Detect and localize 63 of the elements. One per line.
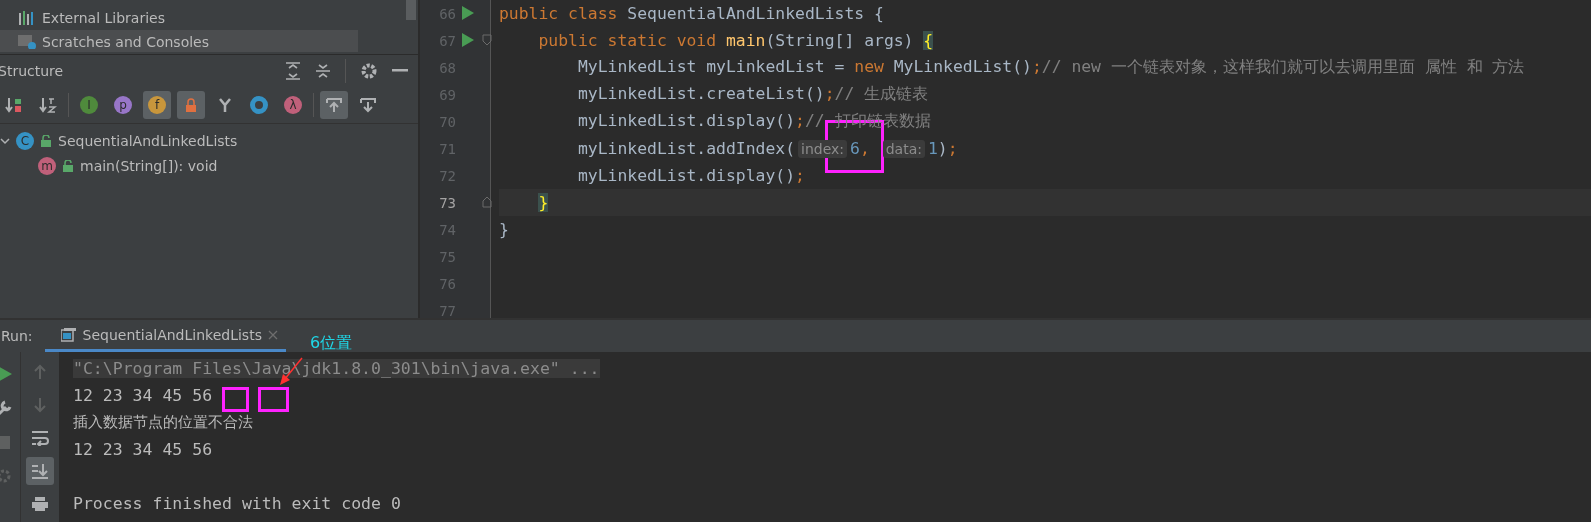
badge-icon: f bbox=[148, 96, 166, 114]
run-icon[interactable] bbox=[462, 6, 474, 20]
run-icon[interactable] bbox=[462, 33, 474, 47]
minimize-icon[interactable] bbox=[392, 69, 408, 73]
highlight-box bbox=[258, 387, 289, 412]
highlight-box bbox=[222, 387, 249, 412]
toolbar-toggle[interactable]: λ bbox=[279, 91, 307, 119]
badge-icon: p bbox=[114, 96, 132, 114]
annotation-label: 6位置 bbox=[310, 333, 353, 354]
code-line: } bbox=[499, 220, 509, 239]
badge-icon: λ bbox=[284, 96, 302, 114]
expand-all-icon[interactable] bbox=[285, 62, 301, 80]
collapse-all-icon[interactable] bbox=[315, 62, 331, 80]
soft-wrap-icon[interactable] bbox=[31, 430, 49, 446]
fold-icon[interactable] bbox=[482, 196, 492, 208]
close-icon[interactable] bbox=[267, 329, 278, 340]
run-tab[interactable]: SequentialAndLinkedLists bbox=[44, 320, 286, 352]
code-line: public static void main(String[] args) { bbox=[537, 31, 934, 50]
ring-icon bbox=[250, 96, 268, 114]
console-icon bbox=[18, 35, 36, 49]
code-line: public class SequentialAndLinkedLists { bbox=[499, 4, 884, 23]
project-tree-row[interactable]: External Libraries bbox=[0, 6, 358, 30]
lock-icon bbox=[183, 97, 199, 113]
panel-label: Run: bbox=[1, 328, 33, 344]
line-number: 73 bbox=[438, 194, 456, 211]
code-line: MyLinkedList myLinkedList = new MyLinkedList();// new 一个链表对象，这样我们就可以去调用里面 属性 和 方法 bbox=[576, 57, 1525, 78]
unlock-icon bbox=[40, 134, 52, 147]
console-line: 插入数据节点的位置不合法 bbox=[73, 413, 253, 432]
code-line: myLinkedList.addIndex( index: 6, data: 1); bbox=[576, 139, 958, 158]
toolbar-toggle[interactable] bbox=[320, 91, 348, 119]
sort-visibility-icon bbox=[5, 96, 23, 114]
chevron-icon[interactable] bbox=[0, 135, 10, 146]
library-icon bbox=[18, 11, 36, 25]
sort-alpha-icon bbox=[39, 96, 57, 114]
project-tree-row[interactable]: Scratches and Consoles bbox=[0, 30, 358, 52]
console-line: Process finished with exit code 0 bbox=[73, 494, 401, 513]
hierarchy-icon bbox=[217, 97, 233, 113]
tree-item-label: External Libraries bbox=[42, 10, 165, 26]
code-line: myLinkedList.display(); bbox=[576, 166, 805, 185]
autoscroll-from-source-icon bbox=[359, 96, 377, 114]
print-icon[interactable] bbox=[31, 496, 49, 512]
settings-icon[interactable] bbox=[360, 62, 378, 80]
unlock-icon bbox=[62, 159, 74, 172]
autoscroll-to-source-icon bbox=[325, 96, 343, 114]
toolbar-toggle[interactable]: f bbox=[143, 91, 171, 119]
toolbar-toggle[interactable] bbox=[177, 91, 205, 119]
console-line: 12 23 34 45 56 bbox=[73, 440, 213, 459]
code-line: myLinkedList.createList();// 生成链表 bbox=[576, 84, 929, 105]
scroll-to-end-icon[interactable] bbox=[31, 463, 49, 479]
badge-icon: I bbox=[80, 96, 98, 114]
run-icon[interactable] bbox=[0, 365, 12, 383]
fold-icon[interactable] bbox=[482, 34, 492, 46]
wrench-icon[interactable] bbox=[0, 399, 12, 417]
method-icon: m bbox=[38, 156, 56, 175]
toolbar-toggle[interactable]: I bbox=[75, 91, 103, 119]
console-line: 12 23 34 45 56 bbox=[73, 386, 213, 405]
console-icon bbox=[60, 327, 77, 342]
class-icon: C bbox=[16, 131, 34, 150]
toolbar-toggle[interactable]: p bbox=[109, 91, 137, 119]
tree-item-label: Scratches and Consoles bbox=[42, 34, 209, 50]
tree-item[interactable]: SequentialAndLinkedLists bbox=[58, 132, 238, 149]
scrollbar-thumb[interactable] bbox=[406, 0, 416, 20]
tree-item[interactable]: main(String[]): void bbox=[80, 157, 218, 174]
